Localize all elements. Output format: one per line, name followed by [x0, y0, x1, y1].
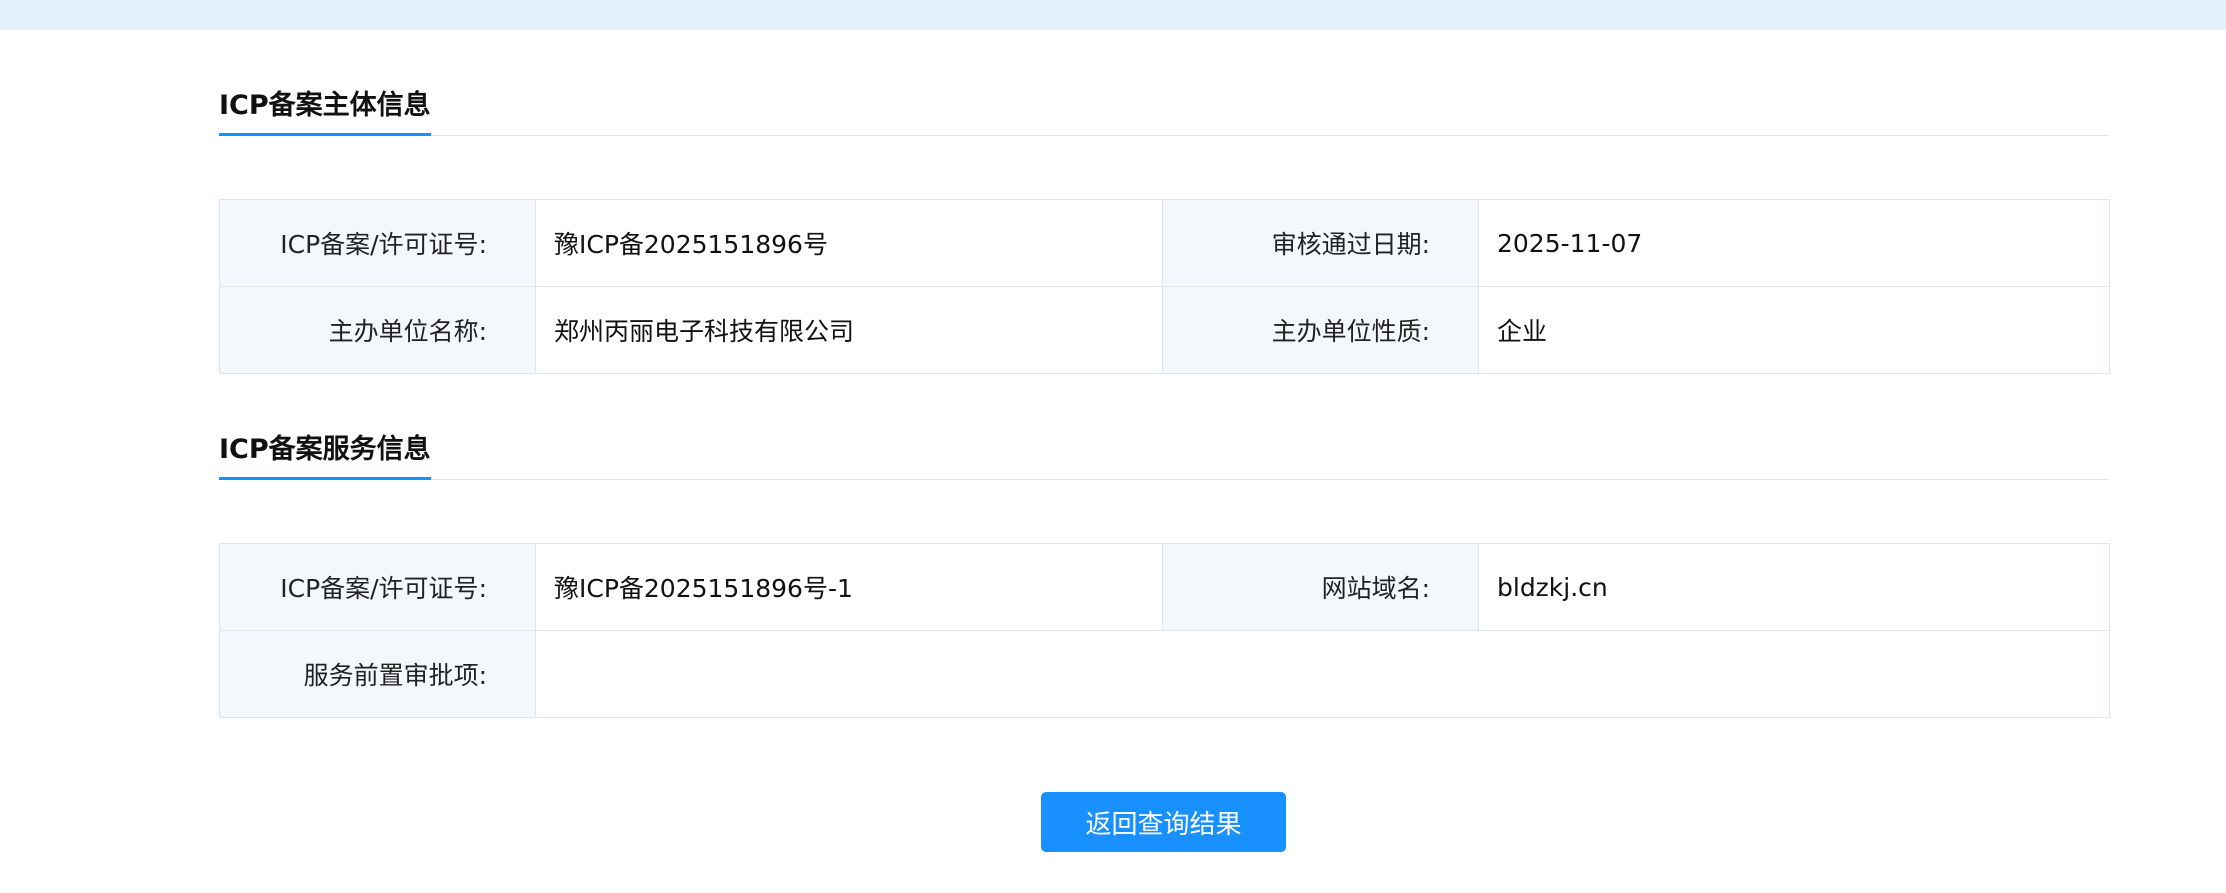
subject-info-table: ICP备案/许可证号: 豫ICP备2025151896号 审核通过日期: 202… — [219, 199, 2110, 374]
table-row: ICP备案/许可证号: 豫ICP备2025151896号-1 网站域名: bld… — [219, 543, 2110, 631]
back-to-results-button[interactable]: 返回查询结果 — [1041, 792, 1286, 852]
approval-date-label: 审核通过日期: — [1162, 199, 1479, 287]
pre-approval-value — [535, 630, 2110, 718]
subject-section-header: ICP备案主体信息 — [219, 88, 2109, 136]
subject-section-title: ICP备案主体信息 — [219, 88, 431, 136]
top-banner — [0, 0, 2226, 30]
organizer-type-label: 主办单位性质: — [1162, 286, 1479, 374]
service-license-label: ICP备案/许可证号: — [219, 543, 536, 631]
table-row: ICP备案/许可证号: 豫ICP备2025151896号 审核通过日期: 202… — [219, 199, 2110, 287]
pre-approval-label: 服务前置审批项: — [219, 630, 536, 718]
organizer-name-value: 郑州丙丽电子科技有限公司 — [535, 286, 1163, 374]
service-info-table: ICP备案/许可证号: 豫ICP备2025151896号-1 网站域名: bld… — [219, 543, 2110, 718]
license-number-value: 豫ICP备2025151896号 — [535, 199, 1163, 287]
table-row: 服务前置审批项: — [219, 630, 2110, 718]
table-row: 主办单位名称: 郑州丙丽电子科技有限公司 主办单位性质: 企业 — [219, 286, 2110, 374]
approval-date-value: 2025-11-07 — [1478, 199, 2110, 287]
service-section-header: ICP备案服务信息 — [219, 432, 2109, 480]
organizer-name-label: 主办单位名称: — [219, 286, 536, 374]
domain-label: 网站域名: — [1162, 543, 1479, 631]
service-section-title: ICP备案服务信息 — [219, 432, 431, 480]
license-number-label: ICP备案/许可证号: — [219, 199, 536, 287]
organizer-type-value: 企业 — [1478, 286, 2110, 374]
domain-value: bldzkj.cn — [1478, 543, 2110, 631]
service-license-value: 豫ICP备2025151896号-1 — [535, 543, 1163, 631]
